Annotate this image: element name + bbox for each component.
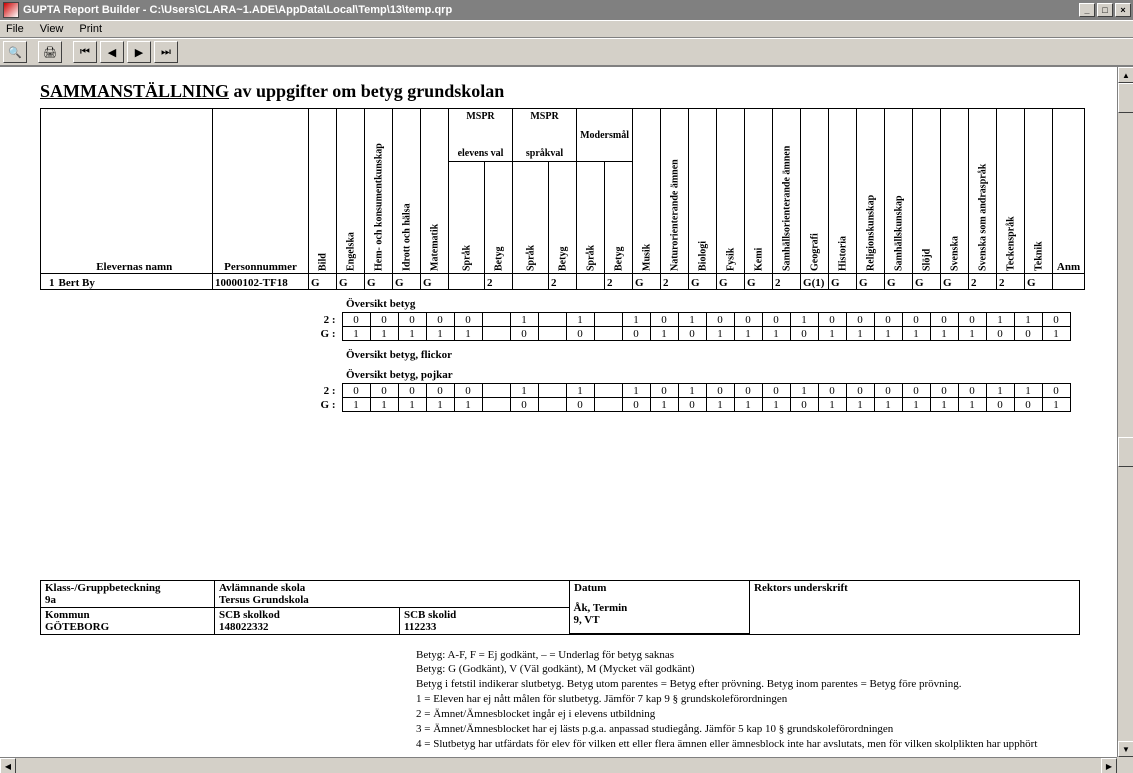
col-historia: Historia [837, 236, 848, 271]
next-page-icon[interactable]: ▶ [127, 41, 151, 63]
val-scbkod: 148022332 [219, 621, 269, 633]
last-page-icon[interactable]: ⏭ [154, 41, 178, 63]
lbl-skola: Avlämnande skola [219, 582, 305, 594]
col-betyg1: Betyg [493, 247, 504, 271]
close-button[interactable]: × [1115, 3, 1131, 17]
toolbar: 🔍 🖨 ⏮ ◀ ▶ ⏭ [0, 38, 1133, 66]
search-icon[interactable]: 🔍 [3, 41, 27, 63]
grp-mspr1: MSPR [449, 111, 512, 122]
col-religion: Religionskunskap [865, 195, 876, 271]
legend: Betyg: A-F, F = Ej godkänt, – = Underlag… [416, 648, 1093, 752]
scroll-thumb[interactable] [1118, 83, 1133, 113]
grades-table: Elevernas namn Personnummer Bild Engelsk… [40, 108, 1085, 290]
col-teknik: Teknik [1033, 241, 1044, 271]
col-bild: Bild [317, 253, 328, 271]
col-sprak2: Språk [525, 245, 536, 271]
overview-title: Översikt betyg [346, 298, 1093, 310]
col-kemi: Kemi [753, 248, 764, 271]
overview-table: 2 :00000111010001000000110G :11111000101… [302, 312, 1071, 341]
overview-flickor: Översikt betyg, flickor [346, 349, 1093, 361]
menu-file[interactable]: File [6, 23, 24, 35]
grp-elevens: elevens val [449, 148, 512, 159]
val-scbid: 112233 [404, 621, 436, 633]
lbl-rektor: Rektors underskrift [754, 582, 848, 594]
table-row: 1 Bert By 10000102-TF18 GGGGG222G2GGG2G(… [41, 274, 1085, 290]
scroll-right-icon[interactable]: ▶ [1101, 758, 1117, 773]
col-so: Samhällsorienterande ämnen [781, 146, 792, 271]
col-matematik: Matematik [429, 224, 440, 271]
first-page-icon[interactable]: ⏮ [73, 41, 97, 63]
val-klass: 9a [45, 594, 56, 606]
scroll-thumb-inner[interactable] [1118, 437, 1133, 467]
menubar: File View Print [0, 20, 1133, 38]
app-icon [3, 2, 19, 18]
grp-sprakval: språkval [513, 148, 576, 159]
col-geografi: Geografi [809, 233, 820, 271]
col-no: Naturorienterande ämnen [669, 159, 680, 271]
scroll-down-icon[interactable]: ▼ [1118, 741, 1133, 757]
maximize-button[interactable]: □ [1097, 3, 1113, 17]
col-betyg3: Betyg [613, 247, 624, 271]
col-engelska: Engelska [345, 232, 356, 271]
cell-pn: 10000102-TF18 [213, 274, 309, 290]
col-betyg2: Betyg [557, 247, 568, 271]
lbl-scbid: SCB skolid [404, 609, 456, 621]
scroll-up-icon[interactable]: ▲ [1118, 67, 1133, 83]
col-sva: Svenska som andraspråk [977, 164, 988, 271]
minimize-button[interactable]: _ [1079, 3, 1095, 17]
prev-page-icon[interactable]: ◀ [100, 41, 124, 63]
col-fysik: Fysik [725, 248, 736, 271]
col-biologi: Biologi [697, 241, 708, 271]
print-icon[interactable]: 🖨 [38, 41, 62, 63]
cell-name: Bert By [57, 274, 213, 290]
col-hem: Hem- och konsumentkunskap [373, 143, 384, 271]
titlebar: GUPTA Report Builder - C:\Users\CLARA~1.… [0, 0, 1133, 20]
lbl-kommun: Kommun [45, 609, 90, 621]
menu-print[interactable]: Print [79, 23, 102, 35]
horizontal-scrollbar[interactable]: ◀ ▶ [0, 757, 1117, 773]
overview-pojkar-table: 2 :00000111010001000000110G :11111000101… [302, 383, 1071, 412]
lbl-scbkod: SCB skolkod [219, 609, 280, 621]
col-anm: Anm [1053, 109, 1085, 274]
val-ak: 9, VT [574, 614, 600, 626]
window-title: GUPTA Report Builder - C:\Users\CLARA~1.… [23, 4, 1077, 16]
col-tecken: Teckenspråk [1005, 216, 1016, 271]
col-name: Elevernas namn [57, 109, 213, 274]
col-pn: Personnummer [213, 109, 309, 274]
val-kommun: GÖTEBORG [45, 621, 109, 633]
val-skola: Tersus Grundskola [219, 594, 309, 606]
lbl-datum: Datum [574, 582, 606, 594]
grp-mspr2: MSPR [513, 111, 576, 122]
col-sprak1: Språk [461, 245, 472, 271]
lbl-ak: Åk, Termin [574, 602, 628, 614]
col-slojd: Slöjd [921, 249, 932, 271]
col-sprak3: Språk [585, 245, 596, 271]
menu-view[interactable]: View [40, 23, 64, 35]
col-samkun: Samhällskunskap [893, 195, 904, 271]
col-musik: Musik [641, 244, 652, 271]
report-page: SAMMANSTÄLLNING av uppgifter om betyg gr… [0, 67, 1117, 751]
grp-modersmal: Modersmål [580, 130, 629, 141]
vertical-scrollbar[interactable]: ▲ ▼ [1117, 67, 1133, 757]
overview-pojkar: Översikt betyg, pojkar [346, 369, 1093, 381]
col-idrott: Idrott och hälsa [401, 203, 412, 271]
scroll-left-icon[interactable]: ◀ [0, 758, 16, 773]
report-title: SAMMANSTÄLLNING av uppgifter om betyg gr… [40, 81, 1093, 102]
col-svenska: Svenska [949, 236, 960, 271]
lbl-klass: Klass-/Gruppbeteckning [45, 582, 161, 594]
